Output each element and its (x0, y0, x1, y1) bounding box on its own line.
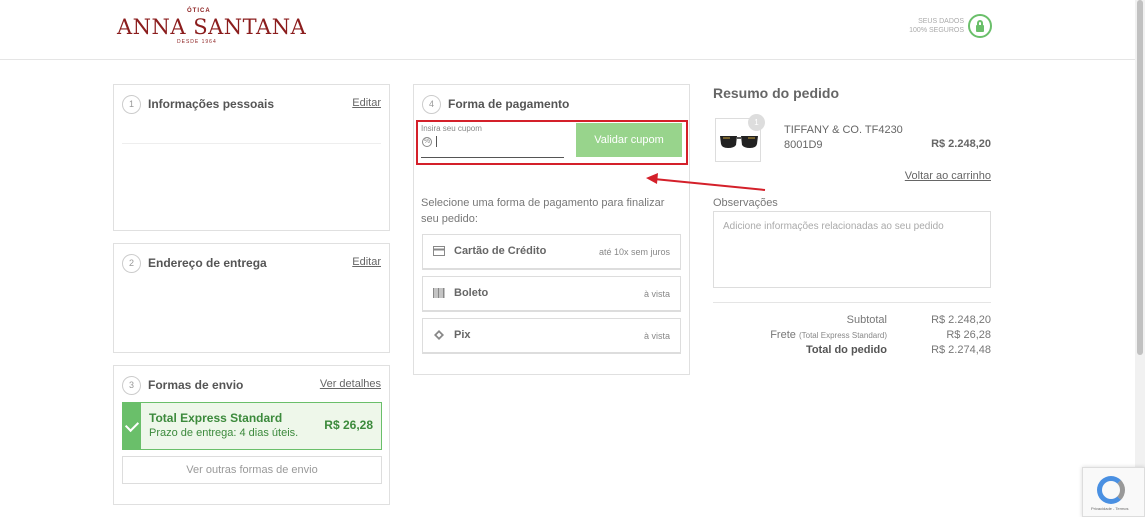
shipping-eta: Prazo de entrega: 4 dias úteis. (149, 427, 299, 439)
summary-divider (713, 302, 991, 303)
barcode-icon (433, 288, 445, 298)
product-price: R$ 2.248,20 (931, 138, 991, 150)
payment-instruction: Selecione uma forma de pagamento para fi… (421, 197, 665, 225)
shipping-row: Frete (Total Express Standard) R$ 26,28 (713, 329, 991, 343)
shipping-value: R$ 26,28 (946, 329, 991, 341)
payment-name: Pix (454, 329, 471, 341)
edit-address-link[interactable]: Editar (352, 256, 381, 268)
personal-info-panel: 1 Informações pessoais Editar (113, 84, 390, 231)
total-label: Total do pedido (805, 344, 887, 356)
coupon-icon: % (422, 137, 432, 147)
shipping-label: Frete (Total Express Standard) (770, 329, 887, 341)
product-name: TIFFANY & CO. TF4230 8001D9 (784, 123, 914, 153)
notes-textarea[interactable] (713, 211, 991, 288)
recaptcha-text: Privacidade - Termos (1091, 506, 1129, 511)
notes-label: Observações (713, 197, 778, 209)
annotation-arrow (646, 173, 766, 191)
brand-since: DESDE 1964 (177, 39, 217, 45)
shipping-price: R$ 26,28 (324, 418, 373, 432)
shipping-header: 3 Formas de envio Ver detalhes (122, 376, 381, 396)
secure-badge: SEUS DADOS 100% SEGUROS (900, 14, 992, 40)
total-row: Total do pedido R$ 2.274,48 (713, 344, 991, 358)
scroll-thumb[interactable] (1137, 0, 1143, 355)
panel-title: Formas de envio (148, 378, 244, 392)
coupon-label: Insira seu cupom (421, 124, 482, 133)
coupon-input[interactable] (421, 134, 564, 158)
step-number: 3 (122, 376, 141, 395)
summary-title: Resumo do pedido (713, 85, 839, 101)
step-number: 1 (122, 95, 141, 114)
brand-logo[interactable]: ÓTICA ANNA SANTANA DESDE 1964 (117, 8, 306, 48)
total-value: R$ 2.274,48 (931, 344, 991, 356)
personal-info-header: 1 Informações pessoais Editar (122, 95, 381, 115)
recaptcha-icon (1097, 476, 1125, 504)
payment-name: Cartão de Crédito (454, 245, 547, 257)
payment-option-credit-card[interactable]: Cartão de Crédito até 10x sem juros (422, 234, 681, 270)
subtotal-label: Subtotal (846, 314, 887, 326)
product-name-line2: 8001D9 (784, 139, 823, 151)
product-name-line1: TIFFANY & CO. TF4230 (784, 124, 903, 136)
recaptcha-badge[interactable]: Privacidade - Termos (1082, 467, 1145, 517)
secure-line1: SEUS DADOS (918, 18, 964, 25)
payment-note: à vista (643, 331, 670, 341)
payment-option-pix[interactable]: Pix à vista (422, 318, 681, 354)
panel-title: Informações pessoais (148, 97, 275, 111)
shipping-label-sub: (Total Express Standard) (798, 331, 887, 340)
payment-note: até 10x sem juros (598, 247, 670, 257)
other-shipping-button[interactable]: Ver outras formas de envio (122, 456, 382, 484)
shipping-name: Total Express Standard (149, 411, 283, 425)
secure-line2: 100% SEGUROS (909, 27, 964, 34)
divider (122, 143, 381, 144)
credit-card-icon (433, 246, 445, 256)
text-caret (436, 136, 437, 147)
payment-header: 4 Forma de pagamento (422, 95, 681, 115)
pix-icon (434, 330, 444, 340)
step-number: 4 (422, 95, 441, 114)
payment-option-boleto[interactable]: Boleto à vista (422, 276, 681, 312)
back-to-cart-link[interactable]: Voltar ao carrinho (905, 170, 991, 182)
payment-note: à vista (643, 289, 670, 299)
address-panel: 2 Endereço de entrega Editar (113, 243, 390, 353)
quantity-badge: 1 (748, 114, 765, 131)
check-icon (123, 403, 141, 449)
panel-title: Endereço de entrega (148, 256, 267, 270)
address-header: 2 Endereço de entrega Editar (122, 254, 381, 274)
subtotal-value: R$ 2.248,20 (931, 314, 991, 326)
secure-text: SEUS DADOS 100% SEGUROS (909, 17, 964, 35)
shipping-panel: 3 Formas de envio Ver detalhes Total Exp… (113, 365, 390, 505)
edit-personal-link[interactable]: Editar (352, 97, 381, 109)
panel-title: Forma de pagamento (448, 97, 570, 111)
header: ÓTICA ANNA SANTANA DESDE 1964 SEUS DADOS… (0, 0, 1135, 60)
brand-top: ÓTICA (187, 8, 211, 14)
step-number: 2 (122, 254, 141, 273)
validate-coupon-button[interactable]: Validar cupom (576, 123, 682, 157)
scrollbar[interactable] (1135, 0, 1145, 517)
shipping-option-selected[interactable]: Total Express Standard Prazo de entrega:… (122, 402, 382, 450)
subtotal-row: Subtotal R$ 2.248,20 (713, 314, 991, 328)
brand-name: ANNA SANTANA (117, 15, 307, 39)
shipping-details-link[interactable]: Ver detalhes (320, 378, 381, 390)
shipping-label-text: Frete (770, 329, 796, 341)
payment-name: Boleto (454, 287, 489, 299)
lock-icon (968, 14, 992, 38)
